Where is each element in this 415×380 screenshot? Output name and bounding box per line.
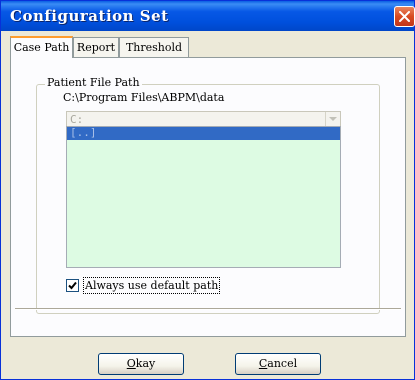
- directory-list[interactable]: [..]: [66, 126, 341, 268]
- checkmark-icon: [68, 281, 77, 290]
- configuration-dialog: Configuration Set Case Path Report Thres…: [0, 0, 415, 380]
- cancel-label-rest: ancel: [267, 357, 298, 370]
- case-path-panel: Patient File Path C:\Program Files\ABPM\…: [10, 57, 406, 337]
- window-title: Configuration Set: [10, 7, 169, 25]
- always-default-checkbox[interactable]: [66, 279, 79, 292]
- tab-case-path[interactable]: Case Path: [10, 36, 73, 58]
- group-label: Patient File Path: [45, 76, 142, 89]
- always-default-label[interactable]: Always use default path: [82, 277, 221, 294]
- tab-report[interactable]: Report: [73, 37, 119, 57]
- separator-highlight: [15, 309, 401, 310]
- drive-value: C:: [70, 113, 84, 126]
- close-icon: [399, 11, 410, 22]
- okay-mnemonic: O: [126, 357, 136, 370]
- okay-label-rest: kay: [135, 357, 156, 370]
- title-bar[interactable]: Configuration Set: [1, 1, 415, 31]
- cancel-button[interactable]: Cancel: [235, 353, 321, 375]
- drive-dropdown-button[interactable]: [325, 112, 340, 127]
- list-item[interactable]: [..]: [67, 127, 340, 140]
- tab-threshold[interactable]: Threshold: [119, 37, 189, 57]
- okay-button[interactable]: Okay: [98, 353, 184, 375]
- close-button[interactable]: [394, 6, 415, 27]
- current-path-text: C:\Program Files\ABPM\data: [63, 91, 225, 104]
- dropdown-arrow-icon: [329, 117, 337, 121]
